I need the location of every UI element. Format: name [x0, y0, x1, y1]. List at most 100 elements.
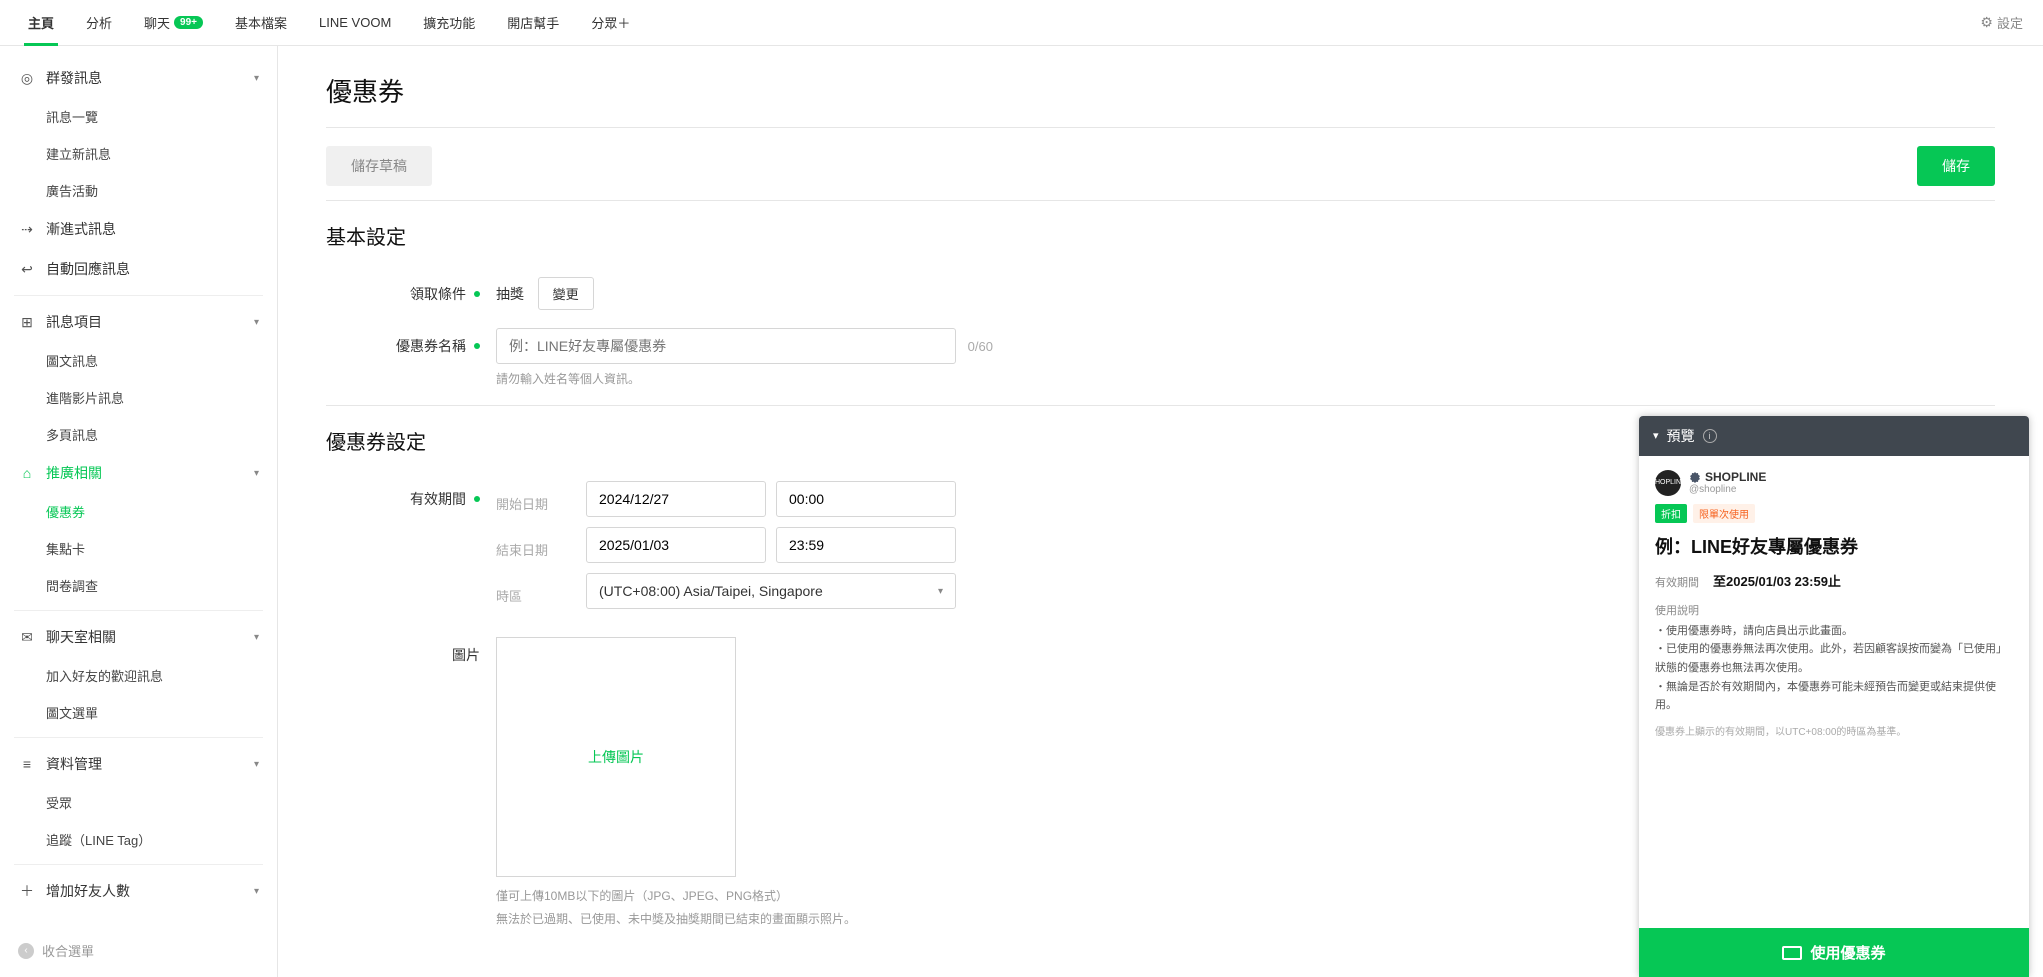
tab-home[interactable]: 主頁: [12, 0, 70, 46]
tab-analytics[interactable]: 分析: [70, 0, 128, 46]
tab-voom[interactable]: LINE VOOM: [303, 0, 407, 46]
account-name: SHOPLINE: [1705, 470, 1766, 484]
chat-icon: ✉: [18, 629, 36, 646]
preview-account: SHOPLINE SHOPLINE @shopline: [1655, 470, 2013, 496]
gear-icon: ⚙: [1980, 14, 1993, 31]
char-counter: 0/60: [968, 339, 993, 354]
plus-square-icon: ⊞: [18, 314, 36, 331]
sidebar-gain-friends[interactable]: ＋增加好友人數 ▾: [0, 871, 277, 911]
sidebar-msg-items[interactable]: ⊞訊息項目 ▾: [0, 302, 277, 342]
info-icon: i: [1703, 429, 1717, 443]
preview-header[interactable]: ▾ 預覽 i: [1639, 416, 2029, 456]
timezone-select[interactable]: (UTC+08:00) Asia/Taipei, Singapore ▾: [586, 573, 956, 609]
shop-icon: ⌂: [18, 465, 36, 481]
add-friend-icon: ＋: [18, 881, 36, 901]
action-row: 儲存草稿 儲存: [326, 146, 1995, 186]
sidebar-item-tracking[interactable]: 追蹤（LINE Tag）: [0, 821, 277, 858]
sidebar-progressive[interactable]: ⇢漸進式訊息: [0, 209, 277, 249]
claim-label: 領取條件: [410, 284, 466, 304]
required-dot: [474, 496, 480, 502]
name-hint: 請勿輸入姓名等個人資訊。: [496, 370, 1995, 387]
row-coupon-name: 優惠券名稱 0/60 請勿輸入姓名等個人資訊。: [326, 328, 1995, 387]
sidebar-item-reward[interactable]: 集點卡: [0, 530, 277, 567]
tab-chat[interactable]: 聊天 99+: [128, 0, 219, 46]
preview-note: 優惠券上顯示的有效期間，以UTC+08:00的時區為基準。: [1655, 723, 2013, 738]
broadcast-icon: ◎: [18, 70, 36, 87]
start-date-input[interactable]: [586, 481, 766, 517]
desc-label: 使用說明: [1655, 602, 2013, 618]
claim-value: 抽獎: [496, 276, 524, 304]
start-date-label: 開始日期: [496, 485, 576, 513]
sidebar-item-new-message[interactable]: 建立新訊息: [0, 135, 277, 172]
preview-coupon-title: 例：LINE好友專屬優惠券: [1655, 533, 2013, 559]
preview-title: 預覽: [1667, 426, 1695, 446]
progressive-icon: ⇢: [18, 221, 36, 238]
sidebar-item-video-msg[interactable]: 進階影片訊息: [0, 379, 277, 416]
chevron-down-icon: ▾: [1653, 429, 1659, 442]
save-button[interactable]: 儲存: [1917, 146, 1995, 186]
row-claim: 領取條件 抽獎 變更: [326, 276, 1995, 310]
sidebar-item-audience[interactable]: 受眾: [0, 784, 277, 821]
settings-link[interactable]: ⚙ 設定: [1980, 13, 2031, 32]
avatar: SHOPLINE: [1655, 470, 1681, 496]
sidebar-item-welcome[interactable]: 加入好友的歡迎訊息: [0, 657, 277, 694]
preview-body: SHOPLINE SHOPLINE @shopline 折扣 限單次使用 例：L…: [1639, 456, 2029, 748]
tz-label: 時區: [496, 577, 576, 605]
upload-image-button[interactable]: 上傳圖片: [496, 637, 736, 877]
use-coupon-button[interactable]: 使用優惠券: [1639, 928, 2029, 977]
database-icon: ≡: [18, 756, 36, 772]
save-draft-button[interactable]: 儲存草稿: [326, 146, 432, 186]
sidebar-item-richmenu[interactable]: 圖文選單: [0, 694, 277, 731]
sidebar-chatroom[interactable]: ✉聊天室相關 ▾: [0, 617, 277, 657]
coupon-name-input[interactable]: [496, 328, 956, 364]
chevron-down-icon: ▾: [254, 632, 259, 643]
tab-extensions[interactable]: 擴充功能: [407, 0, 491, 46]
top-tabs: 主頁 分析 聊天 99+ 基本檔案 LINE VOOM 擴充功能 開店幫手 分眾…: [12, 0, 1980, 46]
basic-settings-title: 基本設定: [326, 221, 1995, 250]
ticket-icon: [1782, 946, 1802, 960]
valid-key: 有效期間: [1655, 574, 1699, 590]
sidebar-collapse[interactable]: ‹ 收合選單: [0, 931, 277, 970]
sidebar-auto-reply[interactable]: ↩自動回應訊息: [0, 249, 277, 289]
sidebar-item-survey[interactable]: 問卷調查: [0, 567, 277, 604]
end-date-label: 結束日期: [496, 531, 576, 559]
collapse-icon: ‹: [18, 943, 34, 959]
change-button[interactable]: 變更: [538, 277, 594, 310]
image-label: 圖片: [452, 645, 480, 665]
tab-profile[interactable]: 基本檔案: [219, 0, 303, 46]
end-time-input[interactable]: [776, 527, 956, 563]
sidebar-item-multi-msg[interactable]: 多頁訊息: [0, 416, 277, 453]
end-date-input[interactable]: [586, 527, 766, 563]
tab-shop-helper[interactable]: 開店幫手: [491, 0, 575, 46]
chevron-down-icon: ▾: [254, 73, 259, 84]
sidebar: ◎群發訊息 ▾ 訊息一覽 建立新訊息 廣告活動 ⇢漸進式訊息 ↩自動回應訊息 ⊞…: [0, 46, 278, 977]
use-coupon-label: 使用優惠券: [1810, 942, 1885, 963]
sidebar-broadcast[interactable]: ◎群發訊息 ▾: [0, 58, 277, 98]
sidebar-item-coupon[interactable]: 優惠券: [0, 493, 277, 530]
chevron-down-icon: ▾: [254, 317, 259, 328]
sidebar-item-rich-msg[interactable]: 圖文訊息: [0, 342, 277, 379]
page-title: 優惠券: [326, 72, 1995, 109]
required-dot: [474, 291, 480, 297]
discount-badge: 折扣: [1655, 504, 1687, 523]
sidebar-item-messages[interactable]: 訊息一覽: [0, 98, 277, 135]
desc-text: ・使用優惠券時，請向店員出示此畫面。 ・已使用的優惠券無法再次使用。此外，若因顧…: [1655, 622, 2013, 715]
reply-icon: ↩: [18, 261, 36, 278]
name-label: 優惠券名稱: [396, 336, 466, 356]
valid-value: 至2025/01/03 23:59止: [1713, 571, 1841, 590]
sidebar-data[interactable]: ≡資料管理 ▾: [0, 744, 277, 784]
top-nav: 主頁 分析 聊天 99+ 基本檔案 LINE VOOM 擴充功能 開店幫手 分眾…: [0, 0, 2043, 46]
tab-chat-label: 聊天: [144, 13, 170, 32]
chevron-down-icon: ▾: [254, 886, 259, 897]
account-handle: @shopline: [1689, 484, 1766, 495]
chevron-down-icon: ▾: [254, 468, 259, 479]
sidebar-item-ad[interactable]: 廣告活動: [0, 172, 277, 209]
required-dot: [474, 343, 480, 349]
chat-unread-badge: 99+: [174, 16, 203, 29]
tab-segment[interactable]: 分眾＋: [575, 0, 646, 46]
sidebar-promo[interactable]: ⌂推廣相關 ▾: [0, 453, 277, 493]
start-time-input[interactable]: [776, 481, 956, 517]
limit-badge: 限單次使用: [1693, 504, 1755, 523]
upload-label: 上傳圖片: [588, 747, 644, 767]
preview-panel: ▾ 預覽 i SHOPLINE SHOPLINE @shopline 折扣 限單…: [1639, 416, 2029, 977]
